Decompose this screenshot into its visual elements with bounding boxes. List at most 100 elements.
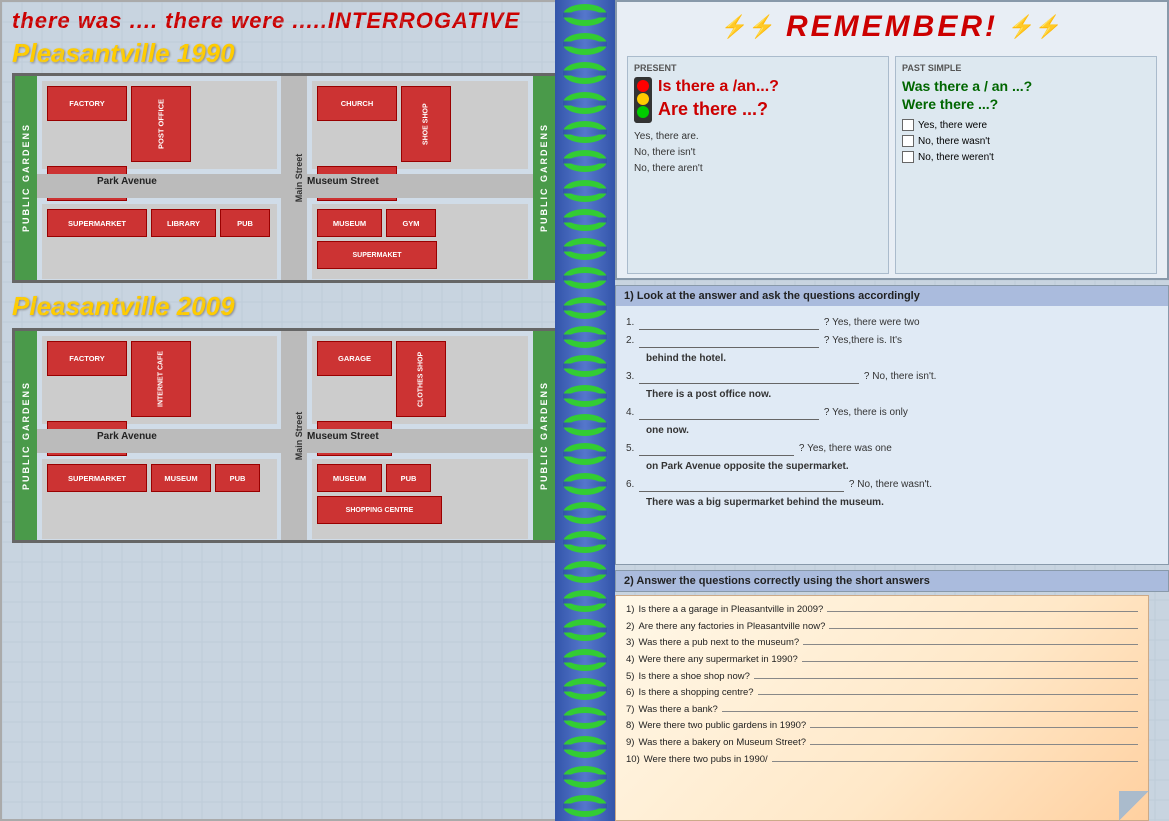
ex1-item-4: 4. ? Yes, there is only	[626, 405, 1158, 420]
present-answers: Yes, there are. No, there isn't No, ther…	[634, 129, 882, 177]
map-inner-1990: Main Street Park Avenue Museum Street FA…	[37, 76, 533, 280]
answer-item-3: 3) Was there a pub next to the museum?	[626, 635, 1138, 652]
supermarket-1990: SUPERMARKET	[47, 209, 147, 237]
remember-box: ⚡⚡ REMEMBER! ⚡⚡ PRESENT Is there a /an..…	[615, 0, 1169, 280]
museum-bl-2009: MUSEUM	[151, 464, 211, 492]
spiral-ring-0	[563, 4, 607, 26]
answer-item-7: 7) Was there a bank?	[626, 702, 1138, 719]
checkbox-3[interactable]	[902, 151, 914, 163]
checkbox-area: Yes, there were No, there wasn't No, the…	[902, 119, 1150, 163]
exercise1-content: 1. ? Yes, there were two 2. ? Yes,there …	[616, 306, 1168, 519]
block-br-1990: MUSEUM GYM SUPERMAKET	[312, 204, 528, 279]
spiral-ring-10	[563, 297, 607, 319]
spiral-ring-13	[563, 385, 607, 407]
gym-1990: GYM	[386, 209, 436, 237]
spiral-ring-8	[563, 238, 607, 260]
yes-there-were: Yes, there were	[918, 120, 987, 131]
answer-item-10: 10) Were there two pubs in 1990/	[626, 752, 1138, 769]
folded-corner	[1119, 791, 1149, 821]
remember-title: REMEMBER!	[782, 6, 1002, 48]
present-q2: Are there ...?	[658, 98, 779, 121]
present-q1: Is there a /an...?	[658, 77, 779, 98]
spiral-ring-23	[563, 678, 607, 700]
internet-cafe-2009: INTERNET CAFE	[131, 341, 191, 417]
spiral-ring-1	[563, 33, 607, 55]
checkbox-1[interactable]	[902, 119, 914, 131]
block-bl-1990: SUPERMARKET LIBRARY PUB	[42, 204, 277, 279]
public-gardens-left-1990: PUBLIC GARDENS	[15, 76, 37, 280]
shoe-shop-1990: SHOE SHOP	[401, 86, 451, 162]
shopping-centre-2009: SHOPPING CENTRE	[317, 496, 442, 524]
spiral-ring-22	[563, 649, 607, 671]
map-2009: PUBLIC GARDENS PUBLIC GARDENS Main Stree…	[12, 328, 558, 543]
spiral-ring-20	[563, 590, 607, 612]
spiral-ring-21	[563, 619, 607, 641]
main-street-label-2009: Main Street	[294, 411, 304, 460]
factory-1-1990: FACTORY	[47, 86, 127, 121]
main-street-2009: Main Street	[281, 331, 307, 540]
spiral-ring-27	[563, 795, 607, 817]
main-street-1990: Main Street	[281, 76, 307, 280]
map-1990: PUBLIC GARDENS PUBLIC GARDENS Main Stree…	[12, 73, 558, 283]
spiral-ring-26	[563, 766, 607, 788]
ex1-item-5: 5. ? Yes, there was one	[626, 441, 1158, 456]
spiral-ring-18	[563, 531, 607, 553]
public-gardens-right-2009: PUBLIC GARDENS	[533, 331, 555, 540]
spiral-ring-17	[563, 502, 607, 524]
spiral-ring-14	[563, 414, 607, 436]
spiral-ring-11	[563, 326, 607, 348]
spiral-ring-24	[563, 707, 607, 729]
ex1-continuation-3: There is a post office now.	[626, 387, 1158, 402]
past-label: PAST SIMPLE	[902, 63, 1150, 73]
right-panel: ⚡⚡ REMEMBER! ⚡⚡ PRESENT Is there a /an..…	[615, 0, 1169, 821]
spiral-binding	[555, 0, 615, 821]
pub-br-2009: PUB	[386, 464, 431, 492]
museum-1-1990: MUSEUM	[317, 209, 382, 237]
exercise2-title-bar: 2) Answer the questions correctly using …	[615, 570, 1169, 592]
supermaket-1990: SUPERMAKET	[317, 241, 437, 269]
spiral-ring-19	[563, 561, 607, 583]
answer-item-4: 4) Were there any supermarket in 1990?	[626, 652, 1138, 669]
spiral-ring-4	[563, 121, 607, 143]
answer-item-9: 9) Was there a bakery on Museum Street?	[626, 735, 1138, 752]
supermarket-2009: SUPERMARKET	[47, 464, 147, 492]
left-panel: there was .... there were .....INTERROGA…	[0, 0, 570, 821]
spiral-ring-16	[563, 473, 607, 495]
cb-yes-were: Yes, there were	[902, 119, 1150, 131]
cb-no-wasnt: No, there wasn't	[902, 135, 1150, 147]
spiral-ring-5	[563, 150, 607, 172]
block-tr-2009: GARAGE CLOTHES SHOP HOTEL	[312, 336, 528, 424]
church-1990: CHURCH	[317, 86, 397, 121]
exercise2-section: 1) Is there a a garage in Pleasantville …	[615, 595, 1169, 821]
answer-item-1: 1) Is there a a garage in Pleasantville …	[626, 602, 1138, 619]
ex1-item-1: 1. ? Yes, there were two	[626, 315, 1158, 330]
exercise1-title: 1) Look at the answer and ask the questi…	[616, 286, 1168, 306]
exercise1-section: 1) Look at the answer and ask the questi…	[615, 285, 1169, 565]
public-gardens-right-1990: PUBLIC GARDENS	[533, 76, 555, 280]
ex1-item-6: 6. ? No, there wasn't.	[626, 477, 1158, 492]
spiral-ring-9	[563, 267, 607, 289]
spiral-ring-25	[563, 736, 607, 758]
lightning-right: ⚡⚡	[1008, 14, 1063, 40]
spiral-ring-2	[563, 62, 607, 84]
past-q2: Were there ...?	[902, 95, 1150, 113]
factory-2009: FACTORY	[47, 341, 127, 376]
ex1-continuation-2: behind the hotel.	[626, 351, 1158, 366]
spiral-ring-3	[563, 92, 607, 114]
ex1-continuation-4: one now.	[626, 423, 1158, 438]
library-1990: LIBRARY	[151, 209, 216, 237]
block-bl-2009: SUPERMARKET MUSEUM PUB	[42, 459, 277, 539]
present-label: PRESENT	[634, 63, 882, 73]
no-there-werent: No, there weren't	[918, 152, 994, 163]
museum-street-label-1990: Museum Street	[307, 176, 379, 187]
cb-no-werent: No, there weren't	[902, 151, 1150, 163]
spiral-ring-15	[563, 443, 607, 465]
block-tl-2009: FACTORY INTERNET CAFE BANK	[42, 336, 277, 424]
ex1-item-3: 3. ? No, there isn't.	[626, 369, 1158, 384]
checkbox-2[interactable]	[902, 135, 914, 147]
block-tr-1990: CHURCH SHOE SHOP BAKERY	[312, 81, 528, 169]
post-office-1990: POST OFFICE	[131, 86, 191, 162]
park-avenue-label: Park Avenue	[97, 176, 157, 187]
answer-sheet-content: 1) Is there a a garage in Pleasantville …	[626, 602, 1138, 768]
answer-item-8: 8) Were there two public gardens in 1990…	[626, 718, 1138, 735]
